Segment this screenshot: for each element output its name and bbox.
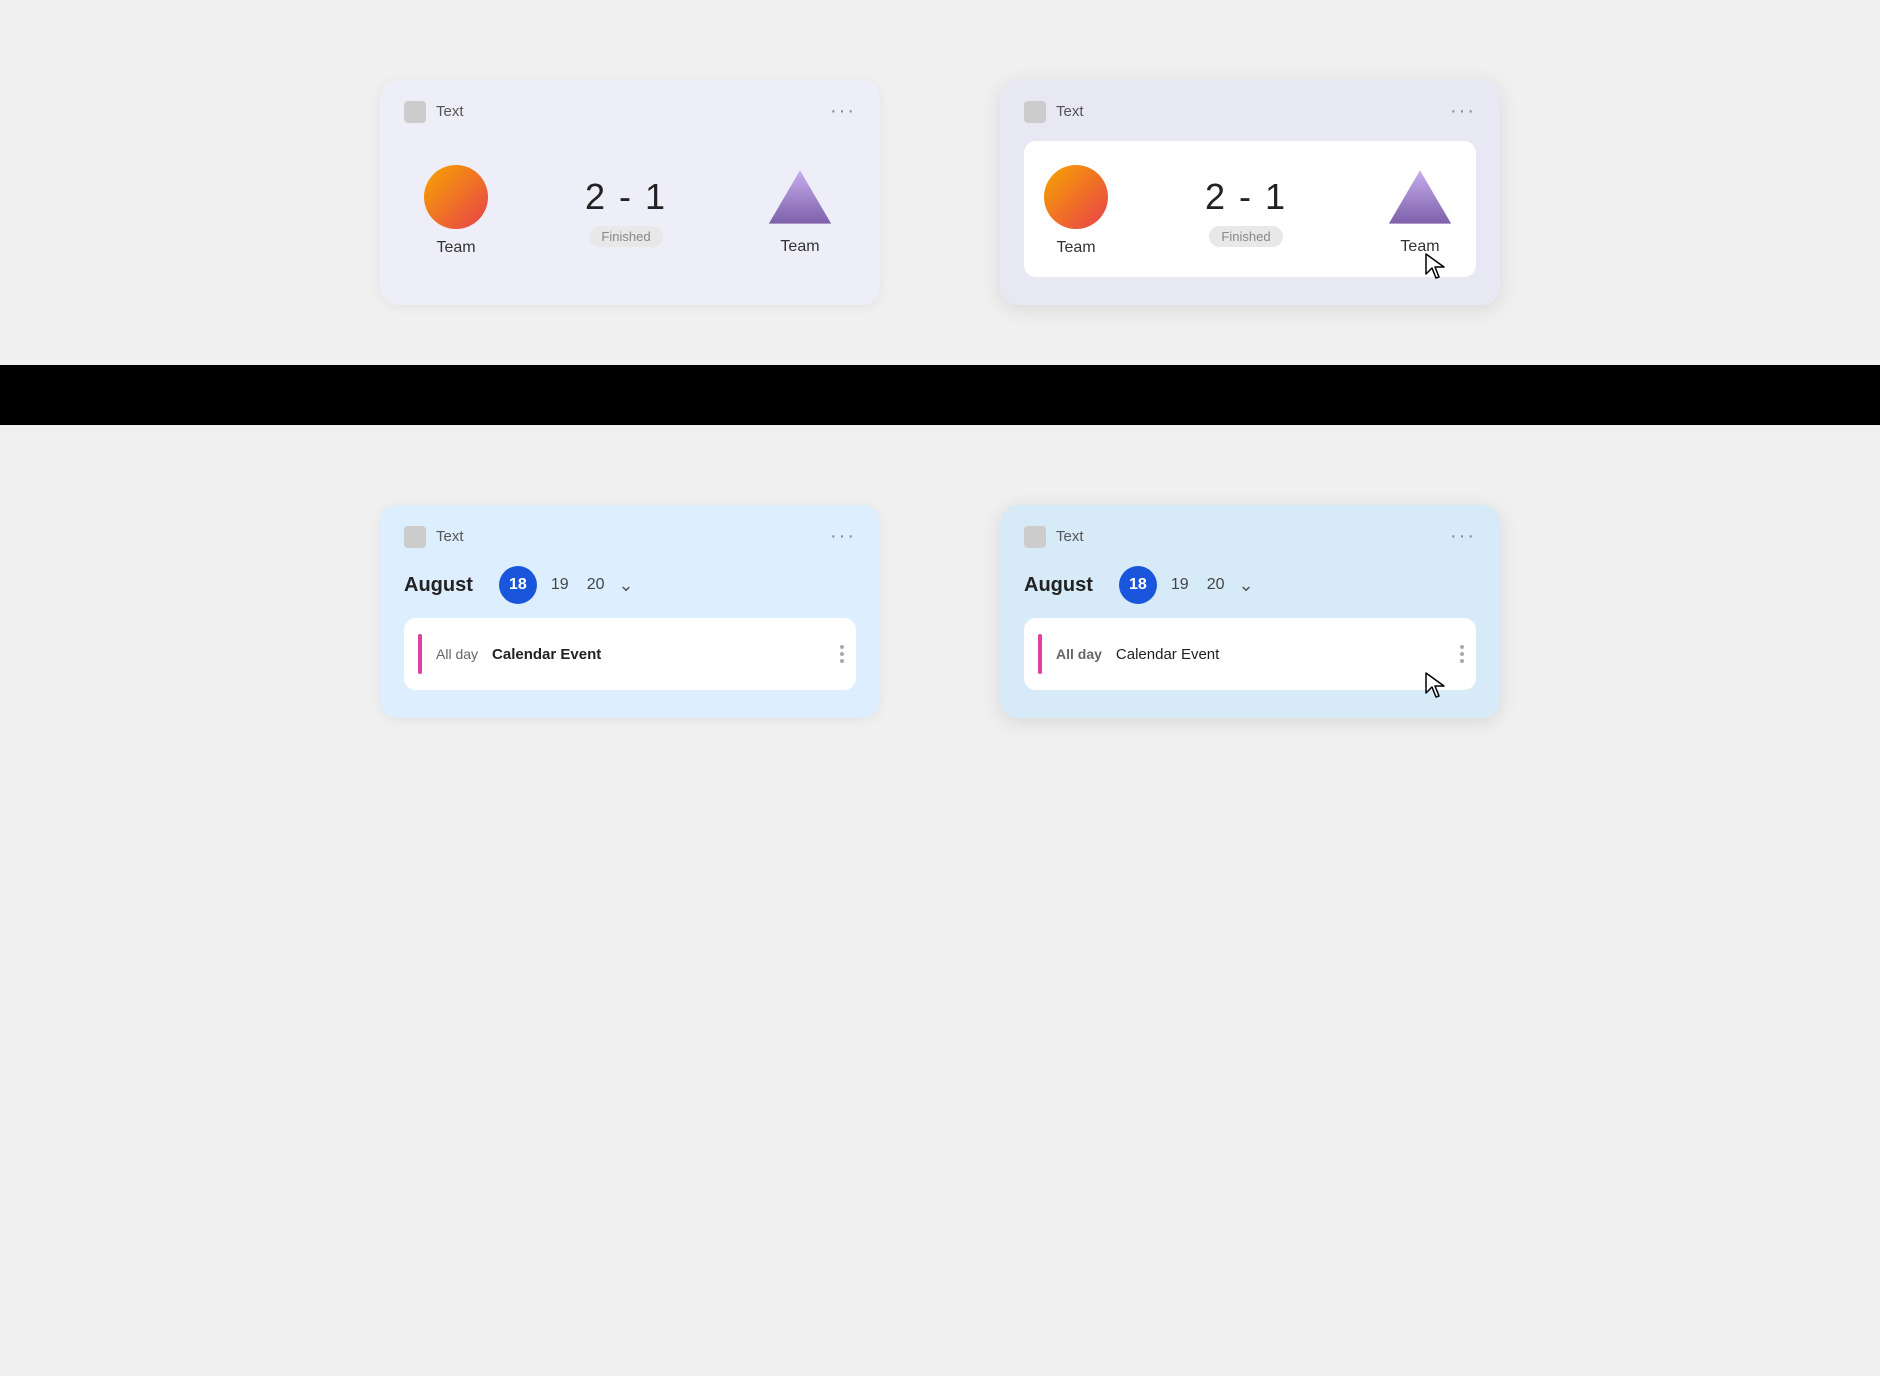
cal-header-text-1: Text [436,528,464,545]
cal-header-2: Text ··· [1024,525,1476,548]
card-header-left-1: Text [404,101,464,123]
team1-name-2: Team [1056,239,1095,257]
event-row-1: All day Calendar Event [404,618,856,690]
sport-content-1: Team 2 - 1 Finished [404,141,856,277]
event-dot-f [1460,659,1464,663]
cal-day-18-2[interactable]: 18 [1119,566,1157,604]
cal-days-1: 18 19 20 ⌄ [499,566,634,604]
cal-header-text-2: Text [1056,528,1084,545]
event-dot-d [1460,645,1464,649]
cal-month-row-1: August 18 19 20 ⌄ [404,566,856,604]
cal-card-2: Text ··· August 18 19 20 ⌄ All day Calen… [1000,505,1500,718]
cal-header-left-1: Text [404,526,464,548]
cal-month-label-2: August [1024,574,1093,597]
cal-day-20-2[interactable]: 20 [1203,570,1229,600]
cal-more-dots-1[interactable]: ··· [830,525,856,548]
team2-name-1: Team [780,238,819,256]
score-text-1: 2 - 1 [585,176,667,218]
event-row-2: All day Calendar Event [1024,618,1476,690]
event-title-2: Calendar Event [1116,646,1462,663]
team2-name-2: Team [1400,238,1439,256]
sport-content-2: Team 2 - 1 Finished [1024,141,1476,277]
event-dots-2[interactable] [1460,645,1464,663]
card-header-2: Text ··· [1024,100,1476,123]
top-section: Text ··· Team 2 - 1 Finished [0,0,1880,365]
header-icon-2 [1024,101,1046,123]
event-allday-2: All day [1056,646,1102,662]
event-allday-1: All day [436,646,478,662]
event-dot-b [840,652,844,656]
cal-header-icon-1 [404,526,426,548]
event-bar-1 [418,634,422,674]
more-dots-1[interactable]: ··· [830,100,856,123]
event-dots-1[interactable] [840,645,844,663]
cal-chevron-2[interactable]: ⌄ [1238,575,1253,596]
cal-day-20-1[interactable]: 20 [583,570,609,600]
cal-chevron-1[interactable]: ⌄ [618,575,633,596]
team2-logo-2 [1384,166,1456,228]
cal-day-19-1[interactable]: 19 [547,570,573,600]
team1-logo-1 [424,165,488,229]
team1-name-1: Team [436,239,475,257]
event-dot-e [1460,652,1464,656]
cal-day-19-2[interactable]: 19 [1167,570,1193,600]
header-text-1: Text [436,103,464,120]
bottom-section: Text ··· August 18 19 20 ⌄ All day Calen… [0,425,1880,778]
team2-logo-1 [764,166,836,228]
cal-more-dots-2[interactable]: ··· [1450,525,1476,548]
status-badge-1: Finished [589,226,662,247]
team1-block-1: Team [424,165,488,257]
cal-header-1: Text ··· [404,525,856,548]
more-dots-2[interactable]: ··· [1450,100,1476,123]
cal-month-label-1: August [404,574,473,597]
score-block-2: 2 - 1 Finished [1205,176,1287,247]
score-text-2: 2 - 1 [1205,176,1287,218]
status-badge-2: Finished [1209,226,1282,247]
card-header-left-2: Text [1024,101,1084,123]
card-header-1: Text ··· [404,100,856,123]
cal-days-2: 18 19 20 ⌄ [1119,566,1254,604]
event-dot-a [840,645,844,649]
header-icon-1 [404,101,426,123]
score-block-1: 2 - 1 Finished [585,176,667,247]
sport-card-1: Text ··· Team 2 - 1 Finished [380,80,880,305]
event-dot-c [840,659,844,663]
cursor-icon [1424,252,1446,285]
event-title-1: Calendar Event [492,646,842,663]
cal-day-18-1[interactable]: 18 [499,566,537,604]
event-bar-2 [1038,634,1042,674]
divider-bar [0,365,1880,425]
cal-header-left-2: Text [1024,526,1084,548]
sport-card-2: Text ··· Team 2 - 1 Finished [1000,80,1500,305]
team2-block-1: Team [764,166,836,256]
cal-month-row-2: August 18 19 20 ⌄ [1024,566,1476,604]
cal-card-1: Text ··· August 18 19 20 ⌄ All day Calen… [380,505,880,718]
cal-event-wrap-2: All day Calendar Event [1024,618,1476,690]
team1-block-2: Team [1044,165,1108,257]
team1-logo-2 [1044,165,1108,229]
header-text-2: Text [1056,103,1084,120]
team2-block-2: Team [1384,166,1456,256]
cal-header-icon-2 [1024,526,1046,548]
